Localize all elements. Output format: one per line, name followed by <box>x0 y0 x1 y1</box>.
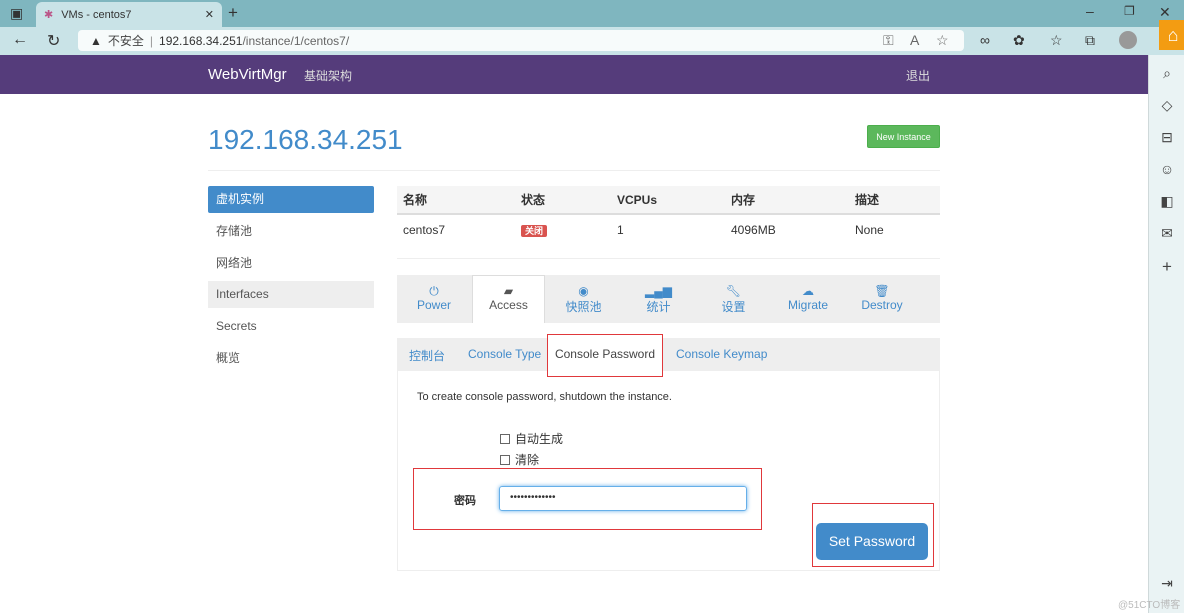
highlight-box <box>413 468 762 530</box>
add-favorite-icon[interactable]: ☆ <box>936 32 949 49</box>
close-window-icon[interactable]: ✕ <box>1159 4 1171 21</box>
wrench-icon: 🔧︎ <box>725 284 742 298</box>
instance-description: None <box>855 222 884 237</box>
read-aloud-icon[interactable]: A <box>910 32 919 48</box>
table-row: centos7 关闭 1 4096MB None <box>397 215 940 244</box>
tab-label: 统计 <box>646 300 671 314</box>
sidebar-item-instances[interactable]: 虚机实例 <box>208 186 374 213</box>
extensions-icon[interactable]: ✿ <box>1013 32 1025 49</box>
highlight-box <box>812 503 934 567</box>
browser-tab-bar: ▣ ✱ VMs - centos7 ✕ + – ❐ ✕ <box>0 0 1184 27</box>
instance-name: centos7 <box>403 222 446 237</box>
tab-label: Power <box>416 298 451 312</box>
people-icon[interactable]: ☺ <box>1149 161 1184 177</box>
brand-link[interactable]: WebVirtMgr <box>208 66 287 83</box>
tab-snapshots[interactable]: ◉ 快照池 <box>546 276 621 323</box>
subtab-console-keymap[interactable]: Console Keymap <box>676 347 767 361</box>
toolbox-icon[interactable]: ⊟ <box>1149 129 1184 146</box>
shutdown-notice: To create console password, shutdown the… <box>417 391 672 403</box>
browser-sidebar: ⌂ ⌕ ◇ ⊟ ☺ ◧ ✉ + ⇥ <box>1148 20 1184 613</box>
column-header: 内存 <box>731 193 756 207</box>
watermark: @51CTO博客 <box>1118 600 1181 611</box>
column-header: 状态 <box>521 193 546 207</box>
column-header: 名称 <box>403 193 428 207</box>
key-icon[interactable]: ⚿ <box>883 32 894 49</box>
instance-table: 名称 状态 VCPUs 内存 描述 centos7 关闭 1 4096MB No… <box>397 186 940 244</box>
divider: | <box>149 33 154 48</box>
collections-icon[interactable]: ⧉ <box>1085 32 1095 49</box>
tab-actions-icon[interactable]: ▣ <box>10 5 23 22</box>
outlook-icon[interactable]: ✉ <box>1149 225 1184 242</box>
nav-infrastructure[interactable]: 基础架构 <box>304 67 352 84</box>
column-header: 描述 <box>855 193 880 207</box>
instance-memory: 4096MB <box>731 222 776 237</box>
new-tab-icon[interactable]: + <box>228 3 238 23</box>
clear-label: 清除 <box>515 453 540 467</box>
tab-stats[interactable]: ▂▄▆ 统计 <box>621 276 696 323</box>
extension-logo-icon[interactable]: ⌂ <box>1159 20 1184 50</box>
search-icon[interactable]: ⌕ <box>1149 65 1184 82</box>
sidebar-item-secrets[interactable]: Secrets <box>208 313 374 340</box>
tab-label: Destroy <box>861 298 903 312</box>
sidebar-item-network[interactable]: 网络池 <box>208 250 374 277</box>
tab-label: 设置 <box>721 300 746 314</box>
sidebar-item-storage[interactable]: 存储池 <box>208 218 374 245</box>
subtab-console-type[interactable]: Console Type <box>468 347 541 361</box>
power-icon: ⏻ <box>429 284 439 298</box>
insecure-label: 不安全 <box>107 34 144 48</box>
new-instance-button[interactable]: New Instance <box>867 125 940 148</box>
url-field[interactable]: ▲ 不安全 | 192.168.34.251/instance/1/centos… <box>78 30 964 51</box>
browser-tab[interactable]: ✱ VMs - centos7 ✕ <box>36 2 222 27</box>
auto-generate-checkbox[interactable] <box>500 433 510 444</box>
tag-icon[interactable]: ◇ <box>1149 97 1184 114</box>
tab-settings[interactable]: 🔧︎ 设置 <box>696 276 771 323</box>
tab-destroy[interactable]: 🗑︎ Destroy <box>845 276 919 323</box>
back-icon[interactable]: ← <box>12 31 28 49</box>
tab-label: Migrate <box>787 298 828 312</box>
tab-migrate[interactable]: ☁ Migrate <box>771 276 845 323</box>
page-title: 192.168.34.251 <box>208 124 403 155</box>
favicon-icon: ✱ <box>44 9 54 21</box>
url-path: /instance/1/centos7/ <box>242 33 350 48</box>
logout-link[interactable]: 退出 <box>906 67 930 84</box>
trash-icon: 🗑︎ <box>874 284 890 298</box>
instance-vcpus: 1 <box>617 222 624 237</box>
close-tab-icon[interactable]: ✕ <box>205 8 214 21</box>
collapse-sidebar-icon[interactable]: ⇥ <box>1149 575 1184 592</box>
tab-power[interactable]: ⏻ Power <box>397 276 471 323</box>
refresh-icon[interactable]: ↻ <box>47 31 60 51</box>
divider <box>208 170 940 171</box>
infinity-icon[interactable]: ∞ <box>980 32 990 48</box>
warning-icon: ▲ <box>90 33 102 48</box>
minimize-icon[interactable]: – <box>1086 3 1094 19</box>
office-icon[interactable]: ◧ <box>1149 193 1184 210</box>
tab-label: Access <box>489 298 528 312</box>
clear-checkbox[interactable] <box>500 454 510 465</box>
auto-generate-label: 自动生成 <box>515 432 564 446</box>
cloud-icon: ☁ <box>802 284 814 298</box>
column-header: VCPUs <box>617 192 658 207</box>
profile-avatar[interactable] <box>1119 31 1137 49</box>
tab-title: VMs - centos7 <box>61 8 132 21</box>
top-navbar: WebVirtMgr 基础架构 退出 <box>0 55 1148 94</box>
signal-icon: ▂▄▆ <box>645 284 672 298</box>
sidebar-item-interfaces[interactable]: Interfaces <box>208 281 374 308</box>
status-badge: 关闭 <box>521 224 548 237</box>
briefcase-icon: ▰ <box>503 284 514 298</box>
favorites-icon[interactable]: ☆ <box>1050 32 1063 49</box>
url-host: 192.168.34.251 <box>159 33 243 48</box>
tab-label: 快照池 <box>565 300 602 314</box>
subtab-console[interactable]: 控制台 <box>409 347 445 364</box>
sidebar-item-overview[interactable]: 概览 <box>208 345 374 372</box>
camera-icon: ◉ <box>578 284 589 298</box>
divider <box>397 258 940 259</box>
restore-icon[interactable]: ❐ <box>1124 4 1135 18</box>
tab-access[interactable]: ▰ Access <box>472 275 545 323</box>
add-icon[interactable]: + <box>1149 257 1184 277</box>
